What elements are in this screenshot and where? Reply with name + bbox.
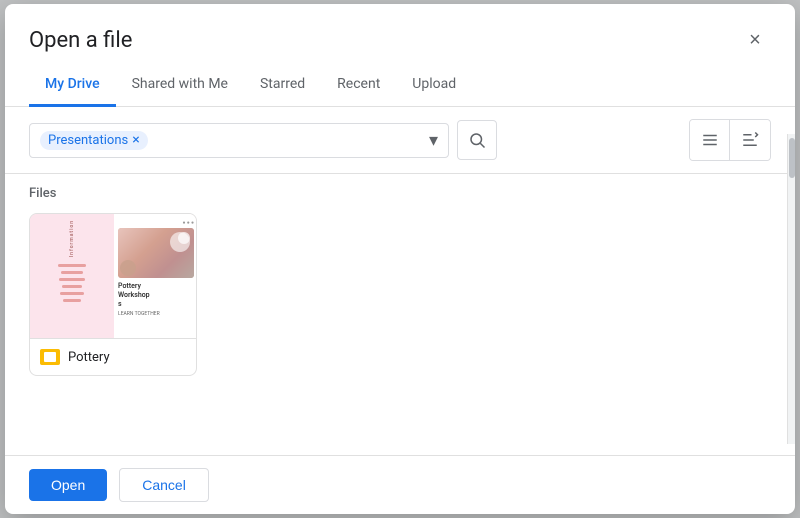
close-button[interactable]: ×	[739, 24, 771, 56]
thumb-logo: ● ● ●	[118, 220, 194, 226]
file-thumbnail-pottery: Information ● ● ●	[30, 214, 197, 338]
slides-icon-shape	[40, 349, 60, 365]
tab-recent[interactable]: Recent	[321, 64, 396, 107]
files-grid: Information ● ● ●	[29, 213, 771, 376]
tab-starred[interactable]: Starred	[244, 64, 321, 107]
toolbar: Presentations × ▾	[5, 107, 795, 174]
dialog-footer: Open Cancel	[5, 455, 795, 514]
open-button[interactable]: Open	[29, 469, 107, 501]
slides-icon	[40, 347, 60, 367]
slides-icon-inner	[44, 352, 56, 362]
sort-icon	[741, 131, 759, 149]
open-file-dialog: Open a file × My Drive Shared with Me St…	[5, 4, 795, 514]
filter-chip-remove[interactable]: ×	[132, 133, 139, 147]
thumb-right-panel: ● ● ● PotteryWorkshops LEARN TOGETHER	[114, 214, 197, 338]
thumb-line-1	[58, 264, 86, 267]
thumb-image	[118, 228, 194, 278]
filter-input[interactable]: Presentations × ▾	[29, 123, 449, 158]
dialog-header: Open a file ×	[5, 4, 795, 56]
thumb-line-5	[60, 292, 84, 295]
dialog-overlay: Open a file × My Drive Shared with Me St…	[0, 0, 800, 518]
file-name-pottery: Pottery	[68, 350, 110, 365]
search-icon	[468, 131, 486, 149]
view-toggle-group	[689, 119, 771, 161]
list-view-icon	[701, 131, 719, 149]
scrollbar-thumb	[789, 138, 795, 178]
thumb-left-panel: Information	[30, 214, 114, 338]
scrollbar[interactable]	[787, 134, 795, 444]
search-button[interactable]	[457, 120, 497, 160]
thumb-line-4	[62, 285, 82, 288]
files-label: Files	[29, 186, 771, 201]
tab-my-drive[interactable]: My Drive	[29, 64, 116, 107]
tab-shared-with-me[interactable]: Shared with Me	[116, 64, 244, 107]
filter-dropdown-arrow-icon[interactable]: ▾	[429, 130, 438, 151]
thumb-line-3	[59, 278, 85, 281]
file-footer-pottery: Pottery	[30, 338, 196, 375]
thumb-card-title: PotteryWorkshops	[118, 282, 194, 309]
cancel-button[interactable]: Cancel	[119, 468, 209, 502]
files-area: Files Information	[5, 174, 795, 455]
tab-bar: My Drive Shared with Me Starred Recent U…	[5, 64, 795, 107]
thumb-line-6	[63, 299, 81, 302]
sort-button[interactable]	[730, 120, 770, 160]
thumb-line-2	[61, 271, 83, 274]
list-view-button[interactable]	[690, 120, 730, 160]
tab-upload[interactable]: Upload	[396, 64, 472, 107]
filter-chip-label: Presentations	[48, 133, 128, 148]
thumb-card-subtitle: LEARN TOGETHER	[118, 311, 194, 317]
thumbnail-inner: Information ● ● ●	[30, 214, 197, 338]
thumb-vertical-text: Information	[69, 220, 75, 257]
dialog-title: Open a file	[29, 28, 132, 53]
file-card-pottery[interactable]: Information ● ● ●	[29, 213, 197, 376]
filter-chip-presentations: Presentations ×	[40, 131, 148, 150]
